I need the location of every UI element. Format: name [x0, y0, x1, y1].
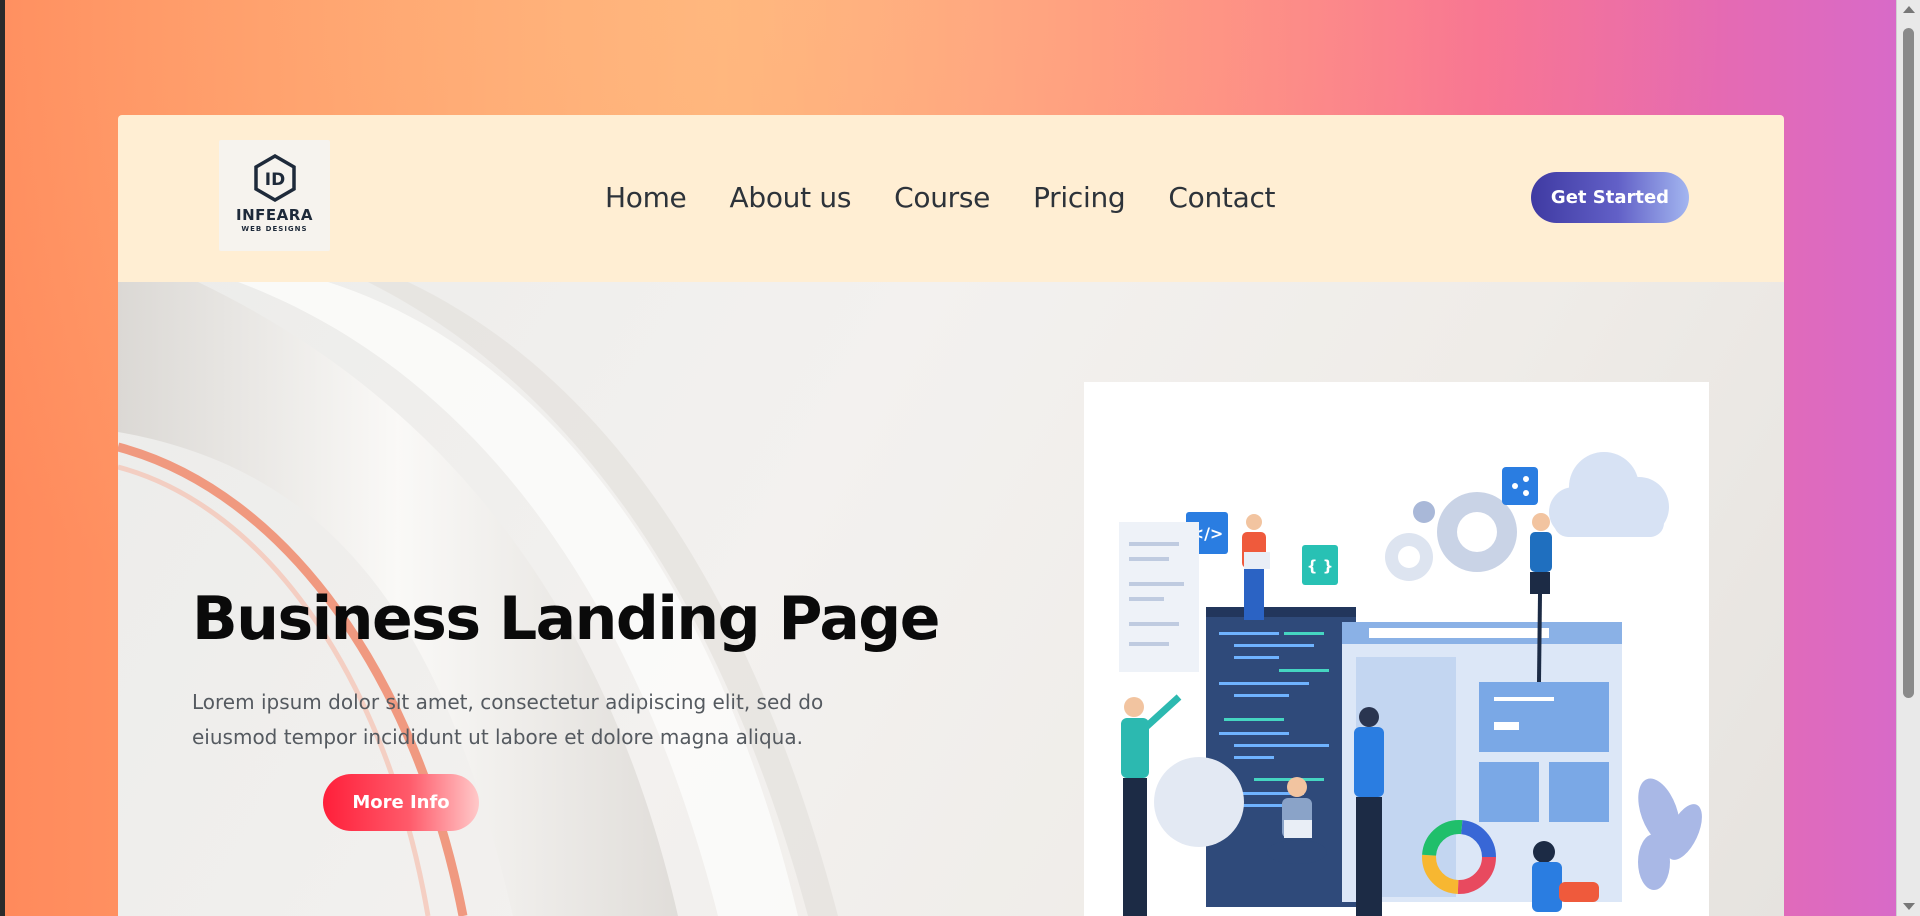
scroll-up-arrow-icon[interactable] [1903, 6, 1915, 13]
hexagon-logo-icon: ID [253, 154, 296, 202]
nav-link-pricing[interactable]: Pricing [1033, 181, 1126, 214]
hero-title: Business Landing Page [192, 584, 940, 654]
braces-icon: { } [1302, 545, 1338, 585]
nav-link-contact[interactable]: Contact [1168, 181, 1275, 214]
logo-monogram: ID [264, 170, 284, 190]
landing-page-card: ID INFEARA WEB DESIGNS Home About us Cou… [118, 115, 1784, 916]
scrollbar-thumb[interactable] [1903, 28, 1914, 698]
get-started-button[interactable]: Get Started [1531, 172, 1689, 223]
brand-logo[interactable]: ID INFEARA WEB DESIGNS [219, 140, 330, 251]
navbar: ID INFEARA WEB DESIGNS Home About us Cou… [118, 115, 1784, 282]
brand-tagline: WEB DESIGNS [241, 225, 308, 233]
brand-name: INFEARA [236, 206, 313, 224]
hero-description: Lorem ipsum dolor sit amet, consectetur … [192, 690, 824, 749]
web-development-illustration: </> { } [1084, 382, 1709, 916]
brace-badge-label: { } [1307, 557, 1334, 575]
nav-link-home[interactable]: Home [605, 181, 687, 214]
more-info-button[interactable]: More Info [323, 774, 479, 831]
hero-section: Business Landing Page Lorem ipsum dolor … [118, 282, 1784, 916]
page-viewport: ID INFEARA WEB DESIGNS Home About us Cou… [5, 0, 1896, 916]
main-navigation: Home About us Course Pricing Contact [605, 177, 1276, 217]
nav-link-course[interactable]: Course [894, 181, 990, 214]
share-icon [1502, 467, 1538, 505]
vertical-scrollbar[interactable] [1896, 0, 1920, 916]
person-figure [1354, 707, 1384, 916]
scroll-down-arrow-icon[interactable] [1903, 903, 1915, 910]
nav-link-about-us[interactable]: About us [730, 181, 852, 214]
